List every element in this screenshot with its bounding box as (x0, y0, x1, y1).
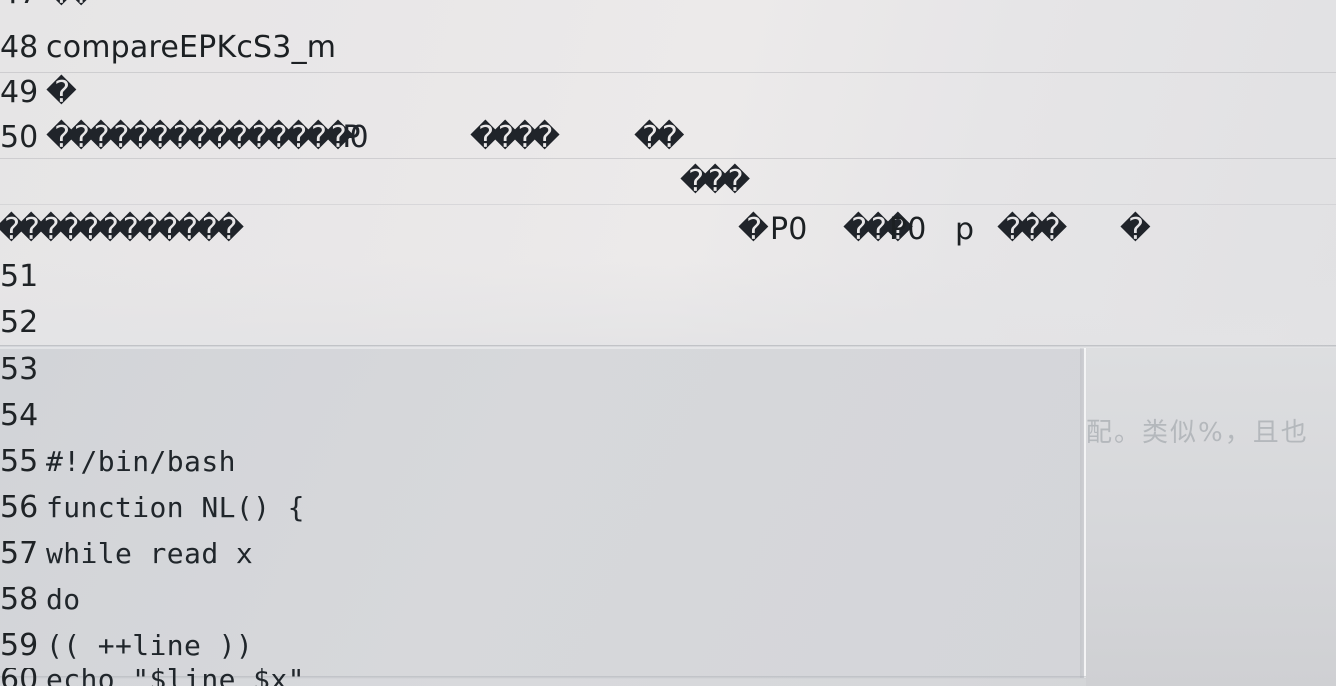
row-rule-1 (0, 72, 1336, 73)
bash-do-keyword: do (46, 583, 81, 616)
code-line-49[interactable]: 49 � (0, 75, 77, 110)
editor-viewport: 47 �� 48 compareEPKcS3_m 49 � 50 �������… (0, 0, 1336, 686)
code-line-60[interactable]: 60 echo "$line $x" (0, 668, 1086, 686)
code-line-57[interactable]: 57 while read x (0, 536, 253, 571)
text-letter-p: p (955, 212, 975, 247)
line-number-49: 49 (0, 75, 39, 110)
replacement-glyph-run-50b: ���� (470, 120, 560, 155)
upper-pane-band (0, 262, 1336, 348)
line-number-58: 58 (0, 582, 39, 617)
line-number-47: 47 (0, 0, 46, 11)
line-number-50: 50 (0, 120, 39, 155)
replacement-glyph-run-47: �� (46, 0, 96, 11)
code-line-55[interactable]: 55 #!/bin/bash (0, 444, 236, 479)
identifier-text: compareEPKcS3_m (46, 30, 337, 65)
replacement-glyph-wrap-row-1: ��� (680, 164, 750, 199)
replacement-glyph-wrap-row-2-mid-c: ��� (997, 212, 1067, 247)
replacement-glyph-run-49: � (46, 75, 77, 110)
faint-annotation-text: 配。类似%，且也 (1086, 418, 1309, 448)
line-number-51: 51 (0, 259, 39, 294)
replacement-glyph-run-50c: �� (634, 120, 684, 155)
line-number-54: 54 (0, 398, 39, 433)
line-number-55: 55 (0, 444, 39, 479)
text-p0-first: P0 (770, 212, 808, 247)
row-rule-3 (0, 204, 1336, 205)
code-line-48[interactable]: 48 compareEPKcS3_m (0, 30, 336, 65)
line-number-53: 53 (0, 352, 39, 387)
line-number-48: 48 (0, 30, 39, 65)
bash-increment: (( ++line )) (46, 629, 254, 662)
line-number-57: 57 (0, 536, 39, 571)
code-line-50[interactable]: 50 ���������������P0 (0, 120, 369, 155)
replacement-glyph-wrap-row-2-left: ������������ (0, 212, 244, 247)
code-line-58[interactable]: 58 do (0, 582, 81, 617)
code-line-47[interactable]: 47 �� (0, 0, 1336, 18)
code-line-54[interactable]: 54 (0, 398, 46, 433)
glyph-seg-a: ���������������P0 (46, 120, 369, 155)
line-number-60: 60 (0, 668, 39, 686)
bash-echo-stmt: echo "$line $x" (46, 668, 305, 686)
code-line-52[interactable]: 52 (0, 305, 46, 340)
replacement-glyph-run-50a: ���������������P0 (46, 120, 369, 155)
bash-while-loop: while read x (46, 537, 254, 570)
text-p0-second: P0 (889, 212, 927, 247)
pane-divider (0, 345, 1336, 346)
right-side-panel (1086, 348, 1336, 686)
replacement-glyph-wrap-row-2-mid-a: � (738, 212, 769, 247)
line-number-56: 56 (0, 490, 39, 525)
code-line-56[interactable]: 56 function NL() { (0, 490, 305, 525)
bash-function-decl: function NL() { (46, 491, 305, 524)
code-line-51[interactable]: 51 (0, 259, 46, 294)
line-number-52: 52 (0, 305, 39, 340)
code-line-59[interactable]: 59 (( ++line )) (0, 628, 253, 663)
line-number-59: 59 (0, 628, 39, 663)
code-line-53[interactable]: 53 (0, 352, 46, 387)
row-rule-2 (0, 158, 1336, 159)
bash-shebang: #!/bin/bash (46, 445, 236, 478)
replacement-glyph-wrap-row-2-tail: � (1120, 212, 1151, 247)
code-panel-right-edge (1084, 348, 1086, 678)
